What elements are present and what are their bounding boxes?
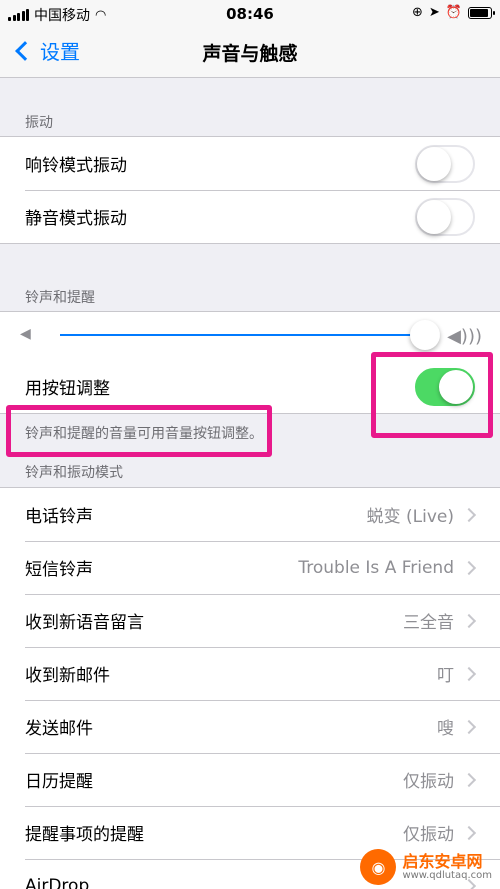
status-bar: 中国移动 ◠ 08:46 ⊕ ➤ ⏰ [0,0,500,28]
sound-row[interactable]: 发送邮件 嗖 [0,700,500,753]
location-icon: ➤ [428,5,440,20]
battery-icon [468,6,495,19]
speaker-low-icon: ◀ [20,326,31,342]
watermark: ◉ 启东安卓网 www.qdlutaq.com [360,849,492,885]
highlight-note-box [6,405,272,457]
chevron-right-icon [461,825,477,840]
row-value: 仅振动 [403,772,454,792]
group-vibration: 响铃模式振动 静音模式振动 [0,136,500,244]
sound-row[interactable]: 电话铃声 蜕变 (Live) [0,488,500,541]
group-sounds: 电话铃声 蜕变 (Live) 短信铃声 Trouble Is A Friend 收到新语… [0,487,500,889]
battery-fill [470,8,488,17]
sound-row[interactable]: 收到新语音留言 三全音 [0,594,500,647]
row-label: 用按钮调整 [25,379,110,399]
section-header-ringer: 铃声和提醒 [25,290,95,306]
slider-thumb[interactable] [409,320,440,350]
chevron-right-icon [461,719,477,734]
row-label: 发送邮件 [25,719,93,739]
row-label: 电话铃声 [25,507,93,527]
toggle-knob [417,146,451,181]
chevron-right-icon [461,772,477,787]
row-silent-vibrate: 静音模式振动 [0,190,500,243]
row-label: 收到新邮件 [25,666,110,686]
row-value: 蜕变 (Live) [366,507,454,527]
row-value: 仅振动 [403,825,454,845]
status-right: ⊕ ➤ ⏰ [412,5,495,20]
watermark-logo-icon: ◉ [360,849,397,885]
chevron-right-icon [461,507,477,522]
silent-vibrate-toggle[interactable] [415,197,475,236]
chevron-right-icon [461,560,477,575]
row-value: 叮 [437,666,454,686]
toggle-knob [417,199,451,234]
watermark-url: www.qdlutaq.com [402,870,492,882]
row-label: 静音模式振动 [25,209,127,229]
row-label: 短信铃声 [25,560,93,580]
row-ring-vibrate: 响铃模式振动 [0,137,500,190]
volume-slider[interactable] [60,320,440,350]
section-header-vibration: 振动 [25,115,53,131]
row-label: 提醒事项的提醒 [25,825,144,845]
rotation-lock-icon: ⊕ [412,5,423,20]
sound-row[interactable]: 日历提醒 仅振动 [0,753,500,806]
page-title: 声音与触感 [202,43,298,65]
slider-fill [60,334,425,336]
chevron-right-icon [461,666,477,681]
watermark-name: 启东安卓网 [402,851,483,871]
row-label: 日历提醒 [25,772,93,792]
ring-vibrate-toggle[interactable] [415,144,475,183]
highlight-toggle-box [371,352,493,438]
row-value: 三全音 [403,613,454,633]
navigation-bar: 设置 声音与触感 [0,28,500,78]
speaker-high-icon: ◀))) [447,326,482,347]
alarm-icon: ⏰ [445,5,462,20]
sound-row[interactable]: 收到新邮件 叮 [0,647,500,700]
row-value: 嗖 [437,719,454,739]
row-label: 响铃模式振动 [25,156,127,176]
sound-row[interactable]: 短信铃声 Trouble Is A Friend [0,541,500,594]
chevron-right-icon [461,613,477,628]
row-value: Trouble Is A Friend [298,557,454,578]
section-header-sounds: 铃声和振动模式 [25,465,123,481]
watermark-text: 启东安卓网 www.qdlutaq.com [402,853,492,882]
row-label: AirDrop [25,875,90,889]
row-label: 收到新语音留言 [25,613,144,633]
